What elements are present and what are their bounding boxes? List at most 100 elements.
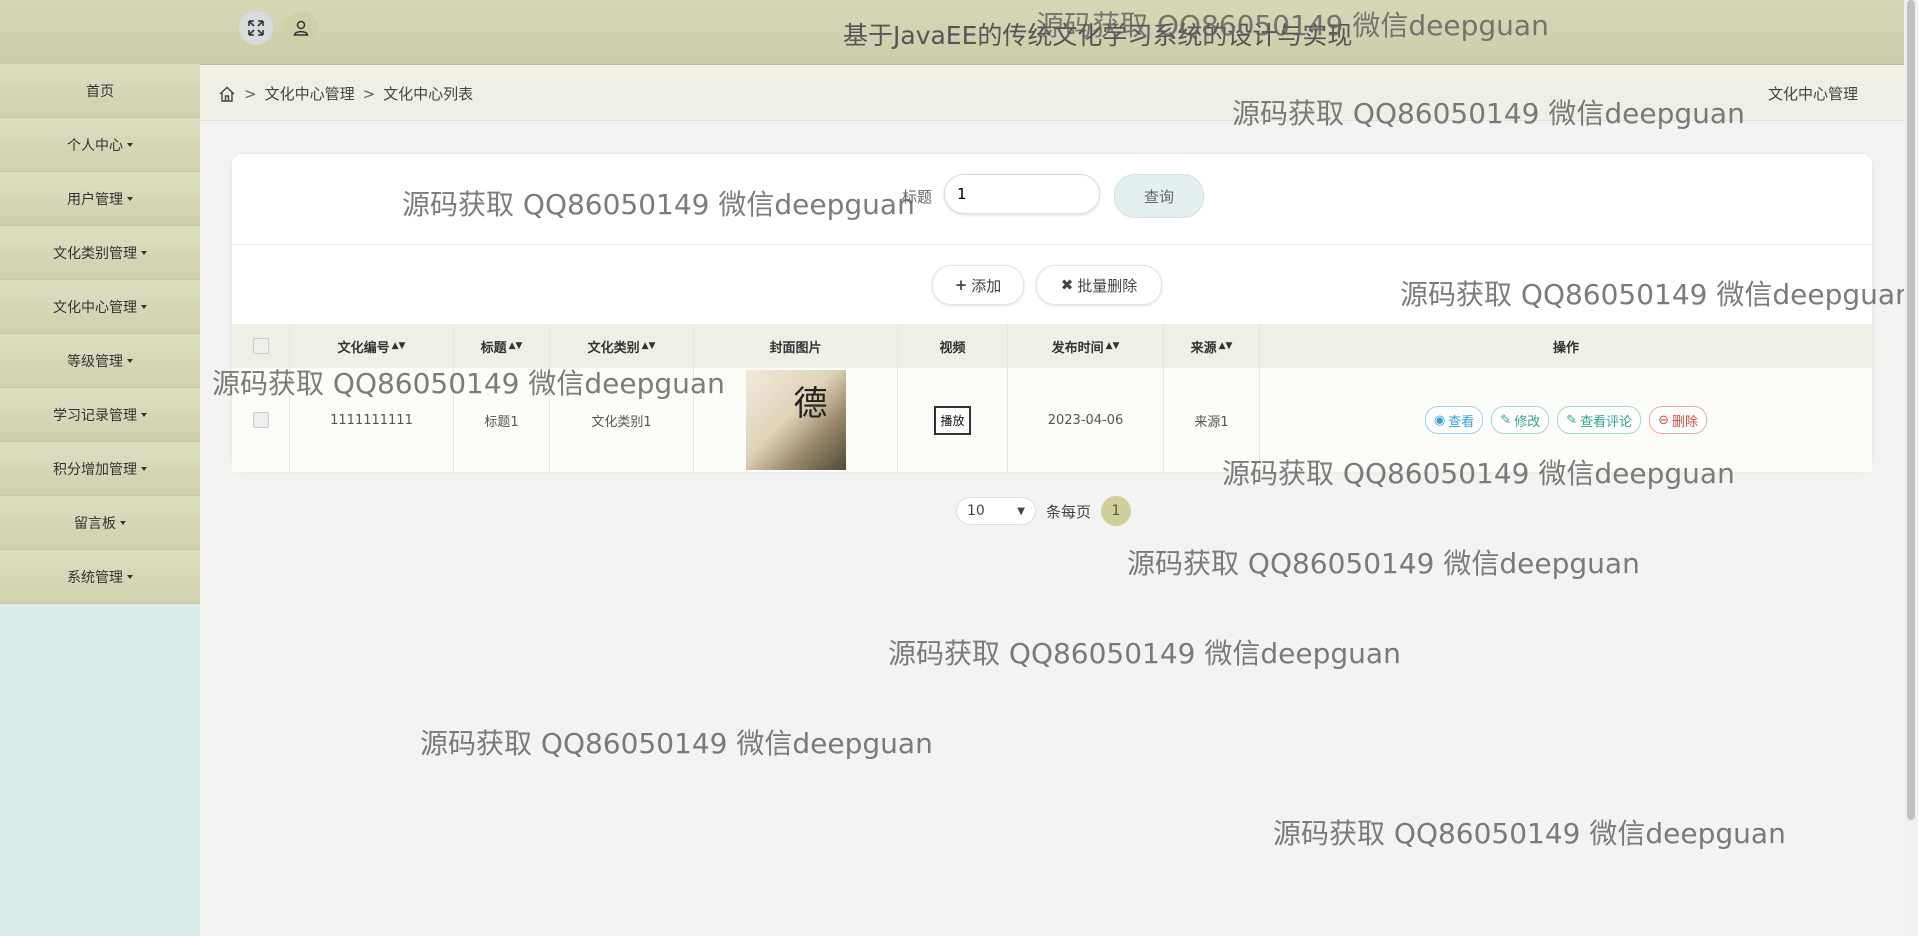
- column-header-label: 来源: [1190, 340, 1217, 356]
- edit-button-label: 修改: [1514, 414, 1541, 430]
- watermark: 源码获取 QQ86050149 微信deepguan: [1232, 97, 1745, 130]
- eye-icon: ◉: [1433, 412, 1446, 428]
- plus-icon: +: [954, 276, 968, 294]
- sidebar-item-label: 等级管理: [67, 353, 123, 370]
- sort-icon: ▲▼: [1218, 341, 1233, 351]
- breadcrumb-separator: >: [362, 84, 376, 103]
- caret-down-icon: [127, 358, 133, 363]
- chevron-down-icon: ▼: [1017, 505, 1025, 517]
- sidebar-item-study-records[interactable]: 学习记录管理: [0, 388, 200, 442]
- user-icon: [293, 20, 309, 36]
- cell-video: 播放: [898, 368, 1008, 472]
- sidebar-item-culture-center[interactable]: 文化中心管理: [0, 280, 200, 334]
- view-comments-button-label: 查看评论: [1580, 414, 1633, 430]
- search-button[interactable]: 查询: [1114, 174, 1204, 218]
- search-input[interactable]: [944, 174, 1100, 214]
- sidebar-item-system[interactable]: 系统管理: [0, 550, 200, 604]
- sidebar-item-personal-center[interactable]: 个人中心: [0, 118, 200, 172]
- close-icon: ✖: [1060, 276, 1074, 294]
- sidebar-item-label: 文化类别管理: [53, 245, 137, 262]
- breadcrumb: > 文化中心管理 > 文化中心列表: [218, 83, 473, 104]
- add-button-label: 添加: [971, 276, 1002, 295]
- sidebar-item-users[interactable]: 用户管理: [0, 172, 200, 226]
- column-header-label: 标题: [480, 340, 507, 356]
- page-size-select[interactable]: 10 ▼: [956, 497, 1036, 525]
- expand-icon: [248, 20, 264, 36]
- page-size-value: 10: [967, 503, 985, 519]
- caret-down-icon: [127, 142, 133, 147]
- cover-image[interactable]: 德: [745, 370, 846, 470]
- fullscreen-button[interactable]: [239, 11, 273, 45]
- play-video-button[interactable]: 播放: [934, 405, 971, 435]
- sidebar-item-label: 个人中心: [67, 137, 123, 154]
- column-header-video: 视频: [898, 324, 1008, 368]
- column-header-ops: 操作: [1260, 324, 1872, 368]
- watermark: 源码获取 QQ86050149 微信deepguan: [402, 188, 915, 221]
- sort-icon: ▲▼: [1105, 341, 1120, 351]
- caret-down-icon: [141, 304, 147, 309]
- column-header-label: 操作: [1552, 340, 1579, 356]
- watermark: 源码获取 QQ86050149 微信deepguan: [1273, 817, 1786, 850]
- top-header: 基于JavaEE的传统文化学习系统的设计与实现: [0, 0, 1904, 65]
- caret-down-icon: [141, 412, 147, 417]
- home-icon[interactable]: [218, 85, 236, 103]
- sidebar-item-levels[interactable]: 等级管理: [0, 334, 200, 388]
- row-checkbox[interactable]: [252, 412, 269, 428]
- page-number-current[interactable]: 1: [1101, 496, 1132, 526]
- watermark: 源码获取 QQ86050149 微信deepguan: [212, 367, 725, 400]
- view-button-label: 查看: [1448, 414, 1475, 430]
- add-button[interactable]: + 添加: [932, 265, 1024, 305]
- column-header-label: 视频: [939, 340, 966, 356]
- sidebar-item-label: 用户管理: [67, 191, 123, 208]
- watermark: 源码获取 QQ86050149 微信deepguan: [1400, 278, 1913, 311]
- vertical-scrollbar[interactable]: [1904, 0, 1918, 936]
- sidebar-item-message-board[interactable]: 留言板: [0, 496, 200, 550]
- edit-button[interactable]: ✎ 修改: [1491, 406, 1550, 434]
- sidebar-item-label: 文化中心管理: [53, 299, 137, 316]
- view-button[interactable]: ◉ 查看: [1424, 406, 1484, 434]
- pencil-icon: ✎: [1566, 412, 1578, 428]
- caret-down-icon: [127, 574, 133, 579]
- column-header-date[interactable]: 发布时间 ▲▼: [1008, 324, 1164, 368]
- sidebar-item-label: 积分增加管理: [53, 461, 137, 478]
- pencil-icon: ✎: [1500, 412, 1512, 428]
- column-header-source[interactable]: 来源 ▲▼: [1164, 324, 1260, 368]
- column-header-label: 文化类别: [587, 340, 640, 356]
- user-button[interactable]: [284, 11, 318, 45]
- minus-circle-icon: ⊖: [1658, 412, 1670, 428]
- cover-calligraphy: 德: [793, 384, 828, 424]
- column-header-label: 封面图片: [769, 340, 822, 356]
- sort-icon: ▲▼: [391, 341, 406, 351]
- sidebar-item-points[interactable]: 积分增加管理: [0, 442, 200, 496]
- caret-down-icon: [127, 196, 133, 201]
- watermark: 源码获取 QQ86050149 微信deepguan: [420, 727, 933, 760]
- page-section-title: 文化中心管理: [1767, 85, 1858, 103]
- sidebar-item-label: 留言板: [74, 515, 116, 532]
- per-page-label: 条每页: [1046, 502, 1092, 521]
- delete-button-label: 删除: [1672, 414, 1699, 430]
- batch-delete-button[interactable]: ✖ 批量删除: [1036, 265, 1162, 305]
- batch-delete-button-label: 批量删除: [1077, 276, 1138, 295]
- sort-icon: ▲▼: [641, 341, 656, 351]
- breadcrumb-item[interactable]: 文化中心管理: [265, 83, 355, 104]
- sidebar-item-home[interactable]: 首页: [0, 64, 200, 118]
- watermark: 源码获取 QQ86050149 微信deepguan: [1222, 457, 1735, 490]
- breadcrumb-item: 文化中心列表: [383, 85, 474, 103]
- view-comments-button[interactable]: ✎ 查看评论: [1557, 406, 1642, 434]
- pagination: 10 ▼ 条每页 1: [956, 496, 1132, 526]
- sidebar-item-label: 学习记录管理: [53, 407, 137, 424]
- column-header-label: 发布时间: [1051, 340, 1104, 356]
- sidebar-item-culture-category[interactable]: 文化类别管理: [0, 226, 200, 280]
- delete-button[interactable]: ⊖ 删除: [1649, 406, 1708, 434]
- cell-date: 2023-04-06: [1008, 368, 1164, 472]
- caret-down-icon: [141, 250, 147, 255]
- sidebar-item-label: 首页: [86, 83, 114, 100]
- caret-down-icon: [141, 466, 147, 471]
- watermark: 源码获取 QQ86050149 微信deepguan: [888, 637, 1401, 670]
- watermark: 源码获取 QQ86050149 微信deepguan: [1036, 9, 1549, 42]
- select-all-checkbox[interactable]: [252, 338, 269, 354]
- breadcrumb-separator: >: [244, 84, 257, 103]
- caret-down-icon: [120, 520, 126, 525]
- scrollbar-thumb[interactable]: [1907, 0, 1915, 820]
- sidebar: 首页 个人中心 用户管理 文化类别管理 文化中心管理 等级管理 学习记录管理 积…: [0, 64, 200, 936]
